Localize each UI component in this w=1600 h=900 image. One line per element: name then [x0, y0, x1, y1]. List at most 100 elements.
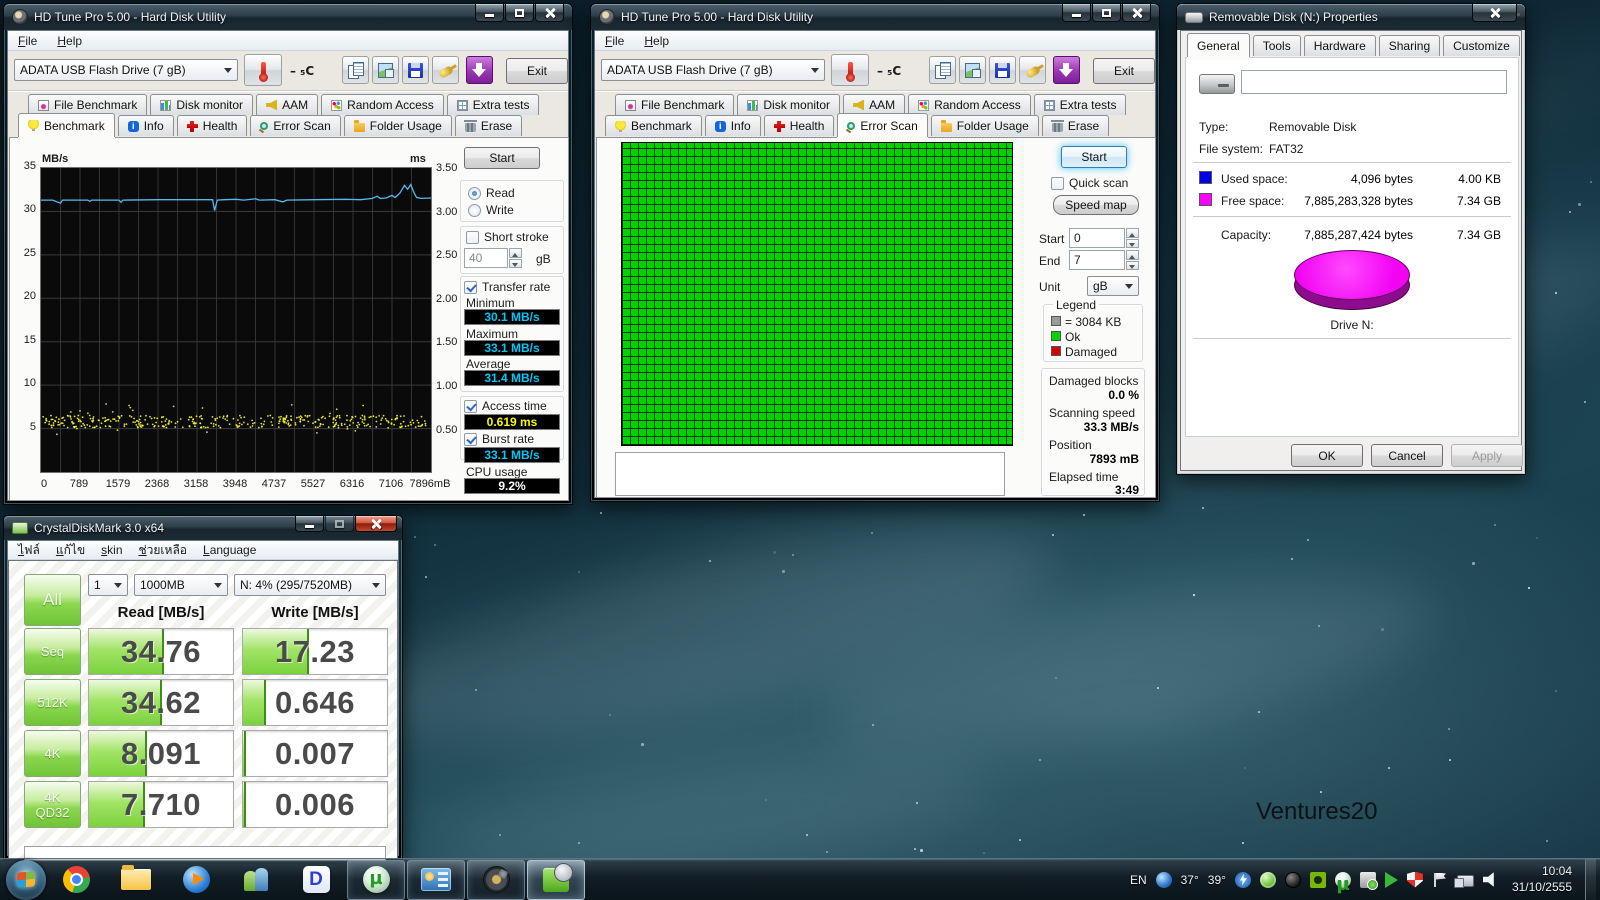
menu-help-thai[interactable]: ช่วยเหลือ — [139, 541, 188, 560]
drive-select[interactable]: ADATA USB Flash Drive (7 gB) — [601, 59, 825, 81]
unit-select[interactable]: gB — [1087, 276, 1139, 296]
cdm-test-button-seq[interactable]: Seq — [24, 628, 81, 675]
tab-disk-monitor[interactable]: Disk monitor — [737, 94, 841, 115]
short-stroke-size-input[interactable]: 40 — [464, 248, 508, 268]
copy-to-clipboard-button[interactable] — [342, 56, 369, 84]
minimize-button[interactable] — [1062, 4, 1091, 22]
tab-error-scan[interactable]: Error Scan — [250, 115, 341, 136]
update-button[interactable] — [466, 56, 493, 84]
security-shield-tray-icon[interactable] — [1406, 871, 1423, 888]
close-button[interactable] — [1472, 4, 1517, 22]
taskbar-chrome-button[interactable] — [47, 860, 105, 900]
green-status-tray-icon[interactable] — [1259, 871, 1276, 888]
tab-benchmark[interactable]: Benchmark — [18, 113, 115, 137]
minimize-button[interactable] — [475, 4, 504, 22]
cdm-test-button-4k-qd32[interactable]: 4K QD32 — [24, 781, 81, 828]
tab-file-benchmark[interactable]: File Benchmark — [28, 94, 148, 115]
taskbar-control-panel-button[interactable] — [407, 859, 465, 900]
scan-start-input[interactable]: 0 — [1069, 228, 1125, 248]
tab-file-benchmark[interactable]: File Benchmark — [615, 94, 735, 115]
utorrent-tray-icon[interactable] — [1334, 871, 1351, 888]
apply-button[interactable]: Apply — [1451, 444, 1523, 467]
cdm-test-button-512k[interactable]: 512K — [24, 679, 81, 726]
tab-erase[interactable]: Erase — [454, 115, 523, 136]
start-button[interactable]: Start — [464, 147, 540, 169]
tab-hardware[interactable]: Hardware — [1303, 35, 1376, 56]
drive-select[interactable]: ADATA USB Flash Drive (7 gB) — [14, 59, 238, 81]
read-radio[interactable] — [468, 186, 481, 200]
save-screenshot-button[interactable] — [402, 56, 429, 84]
tab-disk-monitor[interactable]: Disk monitor — [150, 94, 254, 115]
tab-tools[interactable]: Tools — [1252, 35, 1301, 56]
menu-edit-thai[interactable]: แก้ไข — [56, 541, 85, 560]
media-flag-tray-icon[interactable] — [1384, 871, 1398, 888]
taskbar-explorer-button[interactable] — [107, 860, 165, 900]
update-button[interactable] — [1053, 56, 1080, 84]
action-center-flag-icon[interactable] — [1432, 872, 1448, 888]
taskbar-media-player-button[interactable] — [167, 860, 225, 900]
tab-benchmark[interactable]: Benchmark — [605, 115, 702, 136]
tab-info[interactable]: Info — [117, 115, 174, 136]
tab-extra-tests[interactable]: Extra tests — [1033, 94, 1127, 115]
save-screenshot-button[interactable] — [989, 56, 1016, 84]
copy-screenshot-button[interactable] — [372, 56, 399, 84]
tab-random-access[interactable]: Random Access — [908, 94, 1031, 115]
write-radio[interactable] — [468, 203, 481, 217]
tab-folder-usage[interactable]: Folder Usage — [343, 115, 452, 136]
menu-help[interactable]: Help — [57, 34, 82, 48]
temperature-1[interactable]: 37° — [1181, 873, 1199, 887]
start-button[interactable]: Start — [1061, 146, 1127, 168]
copy-screenshot-button[interactable] — [959, 56, 986, 84]
temperature-2[interactable]: 39° — [1208, 873, 1226, 887]
menu-help[interactable]: Help — [644, 34, 669, 48]
tab-random-access[interactable]: Random Access — [321, 94, 444, 115]
taskbar-hdtune-button[interactable] — [467, 859, 525, 900]
access-time-checkbox[interactable] — [464, 399, 477, 413]
tab-error-scan[interactable]: Error Scan — [837, 113, 928, 137]
start-button[interactable] — [6, 859, 46, 900]
clock[interactable]: 10:04 31/10/2555 — [1512, 864, 1572, 895]
network-tray-icon[interactable] — [1453, 874, 1474, 888]
tab-erase[interactable]: Erase — [1041, 115, 1110, 136]
scan-end-spinner[interactable] — [1126, 250, 1139, 270]
tab-folder-usage[interactable]: Folder Usage — [930, 115, 1039, 136]
minimize-button[interactable] — [295, 516, 324, 532]
short-stroke-checkbox[interactable] — [466, 230, 479, 244]
menu-skin[interactable]: skin — [101, 543, 122, 557]
burst-rate-checkbox[interactable] — [464, 432, 477, 446]
close-button[interactable] — [355, 516, 397, 532]
options-button[interactable] — [432, 56, 459, 84]
speed-map-button[interactable]: Speed map — [1053, 195, 1139, 215]
temperature-button[interactable] — [244, 54, 282, 86]
taskbar-utorrent-button[interactable] — [347, 859, 405, 900]
close-button[interactable] — [535, 4, 564, 22]
tab-customize[interactable]: Customize — [1443, 35, 1520, 56]
target-drive-select[interactable]: N: 4% (295/7520MB) — [234, 574, 386, 596]
cdm-test-button-4k[interactable]: 4K — [24, 730, 81, 777]
transfer-rate-checkbox[interactable] — [464, 280, 477, 294]
cancel-button[interactable]: Cancel — [1371, 444, 1443, 467]
menu-file[interactable]: File — [605, 34, 624, 48]
options-button[interactable] — [1019, 56, 1046, 84]
run-all-button[interactable]: All — [24, 574, 81, 626]
language-indicator[interactable]: EN — [1130, 873, 1147, 887]
menu-language[interactable]: Language — [203, 543, 256, 557]
lightning-tray-icon[interactable] — [1234, 871, 1251, 888]
menu-file-thai[interactable]: ไฟล์ — [18, 541, 40, 560]
copy-to-clipboard-button[interactable] — [929, 56, 956, 84]
globe-icon[interactable] — [1155, 871, 1172, 888]
quick-scan-checkbox[interactable] — [1051, 176, 1064, 190]
short-stroke-spinner[interactable] — [509, 248, 522, 268]
exit-button[interactable]: Exit — [1093, 58, 1155, 84]
scan-start-spinner[interactable] — [1126, 228, 1139, 248]
taskbar-crystaldiskmark-button[interactable] — [527, 859, 585, 900]
volume-label-input[interactable] — [1241, 70, 1507, 94]
maximize-button[interactable] — [325, 516, 354, 532]
show-desktop-button[interactable] — [1585, 858, 1596, 900]
scan-end-input[interactable]: 7 — [1069, 250, 1125, 270]
tab-general[interactable]: General — [1187, 33, 1250, 57]
tab-sharing[interactable]: Sharing — [1378, 35, 1441, 56]
temperature-button[interactable] — [831, 54, 869, 86]
tab-health[interactable]: Health — [176, 115, 248, 136]
usb-eject-tray-icon[interactable] — [1359, 871, 1378, 890]
